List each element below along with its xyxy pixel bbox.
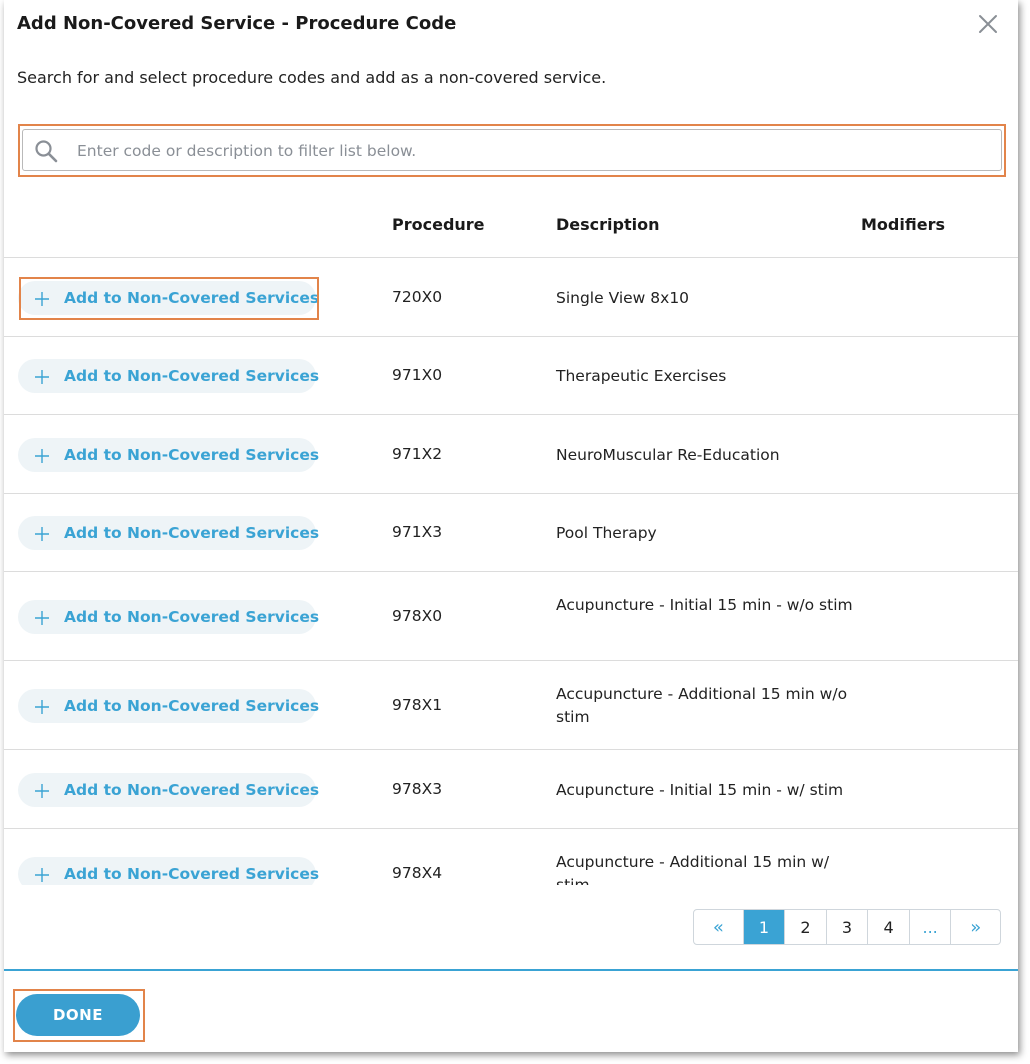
column-header-description[interactable]: Description	[556, 215, 659, 234]
plus-icon	[35, 369, 49, 384]
add-non-covered-service-dialog: Add Non-Covered Service - Procedure Code…	[4, 0, 1018, 1052]
procedure-description: Accupuncture - Additional 15 min w/o sti…	[556, 684, 848, 726]
plus-icon	[35, 699, 49, 714]
procedure-code: 978X1	[392, 695, 443, 714]
add-to-non-covered-button[interactable]: Add to Non-Covered Services	[18, 688, 320, 723]
dialog-subtitle: Search for and select procedure codes an…	[17, 68, 607, 87]
plus-icon	[35, 867, 49, 882]
plus-icon	[35, 783, 49, 798]
pagination: « 1 2 3 4 ... »	[693, 909, 1001, 945]
plus-icon	[35, 610, 49, 625]
add-button-label: Add to Non-Covered Services	[64, 367, 320, 385]
procedure-description: Acupuncture - Initial 15 min - w/o stim	[556, 595, 853, 614]
procedure-code: 971X2	[392, 444, 443, 463]
procedure-description: NeuroMuscular Re-Education	[556, 445, 780, 464]
done-button[interactable]: DONE	[16, 994, 140, 1036]
table-row: Add to Non-Covered Services 978X0 Acupunct…	[4, 572, 1018, 661]
column-header-procedure[interactable]: Procedure	[392, 215, 485, 234]
plus-icon	[35, 448, 49, 463]
results-table: Add to Non-Covered Services 720X0 Single V…	[4, 258, 1018, 885]
procedure-code: 978X0	[392, 606, 443, 625]
table-row: Add to Non-Covered Services 978X1 Accupunc…	[4, 661, 1018, 750]
table-row: Add to Non-Covered Services 978X4 Acupunct…	[4, 829, 1018, 885]
add-to-non-covered-button[interactable]: Add to Non-Covered Services	[18, 772, 320, 807]
add-to-non-covered-button[interactable]: Add to Non-Covered Services	[18, 516, 320, 550]
table-row: Add to Non-Covered Services 971X2 NeuroMus…	[4, 415, 1018, 494]
table-row: Add to Non-Covered Services 978X3 Acupunct…	[4, 750, 1018, 829]
procedure-code: 978X4	[392, 863, 443, 882]
pagination-page-1[interactable]: 1	[743, 910, 786, 944]
pagination-first-button[interactable]: «	[694, 910, 744, 944]
procedure-description: Therapeutic Exercises	[556, 367, 727, 385]
add-to-non-covered-button[interactable]: Add to Non-Covered Services	[18, 359, 320, 393]
table-row: Add to Non-Covered Services 971X3 Pool The…	[4, 494, 1018, 572]
pagination-page-3[interactable]: 3	[827, 910, 869, 944]
add-to-non-covered-button[interactable]: Add to Non-Covered Services	[18, 856, 320, 885]
add-to-non-covered-button[interactable]: Add to Non-Covered Services	[18, 599, 320, 634]
pagination-ellipsis[interactable]: ...	[910, 910, 952, 944]
dialog-title: Add Non-Covered Service - Procedure Code	[17, 13, 457, 34]
add-button-label: Add to Non-Covered Services	[64, 780, 320, 799]
add-button-label: Add to Non-Covered Services	[64, 524, 320, 542]
pagination-page-2[interactable]: 2	[785, 910, 827, 944]
plus-icon	[35, 526, 49, 541]
procedure-description: Single View 8x10	[556, 288, 690, 307]
add-button-label: Add to Non-Covered Services	[64, 445, 320, 464]
column-header-modifiers[interactable]: Modifiers	[861, 215, 945, 234]
pagination-last-button[interactable]: »	[951, 910, 1000, 944]
procedure-description: Pool Therapy	[556, 524, 657, 542]
add-button-label: Add to Non-Covered Services	[64, 607, 320, 626]
table-row: Add to Non-Covered Services 971X0 Therapeu…	[4, 337, 1018, 415]
add-to-non-covered-button[interactable]: Add to Non-Covered Services	[18, 437, 320, 472]
procedure-code: 720X0	[392, 287, 443, 306]
add-button-label: Add to Non-Covered Services	[64, 696, 320, 715]
procedure-code: 971X0	[392, 366, 443, 384]
search-box	[22, 129, 1002, 172]
procedure-description: Acupuncture - Additional 15 min w/ stim	[556, 852, 830, 886]
search-input[interactable]	[75, 130, 979, 172]
footer-divider	[4, 969, 1018, 971]
add-button-highlight	[19, 277, 319, 320]
procedure-code: 978X3	[392, 779, 443, 798]
procedure-code: 971X3	[392, 523, 443, 541]
procedure-description: Acupuncture - Initial 15 min - w/ stim	[556, 780, 844, 799]
add-button-label: Add to Non-Covered Services	[64, 864, 320, 883]
pagination-page-4[interactable]: 4	[868, 910, 910, 944]
search-icon	[34, 139, 58, 163]
close-icon[interactable]	[976, 12, 1000, 36]
